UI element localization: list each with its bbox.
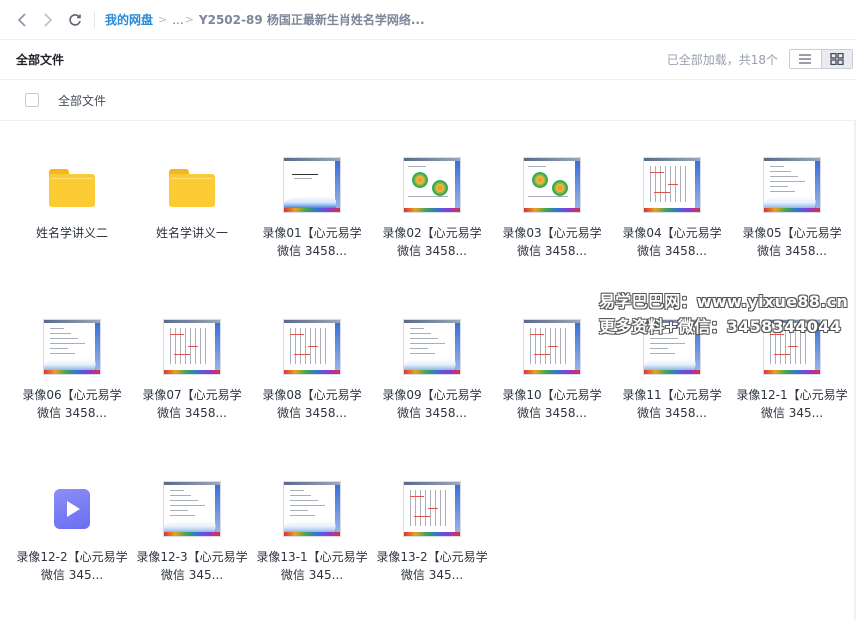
file-item[interactable]: 录像13-1【心元易学 微信 345...: [252, 464, 372, 620]
file-name: 录像01【心元易学 微信 3458...: [262, 226, 362, 258]
video-thumbnail: [762, 156, 822, 214]
file-item[interactable]: 录像01【心元易学 微信 3458...: [252, 140, 372, 302]
chevron-left-icon[interactable]: [12, 9, 34, 31]
video-thumbnail: [642, 156, 702, 214]
breadcrumb-root[interactable]: 我的网盘: [105, 11, 153, 28]
file-grid: 姓名学讲义二 姓名学讲义一 录像01【心元易学 微信 3458... 录像02【心元易…: [12, 140, 856, 620]
breadcrumb-separator-icon: >: [158, 13, 168, 26]
folder-item[interactable]: 姓名学讲义一: [132, 140, 252, 302]
file-name: 录像13-2【心元易学 微信 345...: [376, 550, 488, 582]
file-item[interactable]: 录像13-2【心元易学 微信 345...: [372, 464, 492, 620]
select-all-checkbox[interactable]: [25, 93, 39, 107]
select-all-label: 全部文件: [58, 93, 107, 108]
load-status: 已全部加载，共18个: [666, 53, 778, 67]
file-name: 姓名学讲义二: [35, 226, 108, 240]
top-navbar: 我的网盘 > ... > Y2502-89 杨国正最新生肖姓名学网络...: [0, 0, 856, 40]
file-item[interactable]: 录像05【心元易学 微信 3458...: [732, 140, 852, 302]
file-name: 录像12-2【心元易学 微信 345...: [16, 550, 128, 582]
watermark-line1: 易学巴巴网：www.yixue88.cn: [599, 292, 849, 311]
file-name: 录像06【心元易学 微信 3458...: [22, 388, 122, 420]
file-name: 录像08【心元易学 微信 3458...: [262, 388, 362, 420]
chevron-right-icon[interactable]: [36, 9, 58, 31]
folder-icon: [42, 156, 102, 214]
refresh-icon[interactable]: [64, 9, 86, 31]
video-thumbnail: [402, 156, 462, 214]
grid-view-icon[interactable]: [820, 50, 852, 68]
file-name: 录像10【心元易学 微信 3458...: [502, 388, 602, 420]
view-toggle: [789, 49, 853, 69]
file-name: 录像02【心元易学 微信 3458...: [382, 226, 482, 258]
file-name: 录像09【心元易学 微信 3458...: [382, 388, 482, 420]
video-thumbnail: [402, 480, 462, 538]
nav-divider: [94, 10, 95, 29]
video-file-icon: [42, 480, 102, 538]
breadcrumb-ellipsis[interactable]: ...: [172, 13, 183, 27]
file-item[interactable]: 录像02【心元易学 微信 3458...: [372, 140, 492, 302]
file-name: 录像04【心元易学 微信 3458...: [622, 226, 722, 258]
select-all-row: 全部文件: [0, 80, 856, 121]
file-item[interactable]: 录像06【心元易学 微信 3458...: [12, 302, 132, 464]
file-name: 录像12-1【心元易学 微信 345...: [736, 388, 848, 420]
file-name: 录像03【心元易学 微信 3458...: [502, 226, 602, 258]
file-name: 姓名学讲义一: [155, 226, 228, 240]
page-title: 全部文件: [16, 53, 65, 67]
file-item[interactable]: 录像10【心元易学 微信 3458...: [492, 302, 612, 464]
video-thumbnail: [282, 156, 342, 214]
watermark-line2: 更多资料+微信：3458344044: [599, 317, 842, 336]
file-name: 录像13-1【心元易学 微信 345...: [256, 550, 368, 582]
file-item[interactable]: 录像08【心元易学 微信 3458...: [252, 302, 372, 464]
video-thumbnail: [522, 156, 582, 214]
folder-item[interactable]: 姓名学讲义二: [12, 140, 132, 302]
video-thumbnail: [42, 318, 102, 376]
video-thumbnail: [162, 480, 222, 538]
file-item[interactable]: 录像12-2【心元易学 微信 345...: [12, 464, 132, 620]
video-thumbnail: [282, 480, 342, 538]
video-thumbnail: [162, 318, 222, 376]
file-item[interactable]: 录像03【心元易学 微信 3458...: [492, 140, 612, 302]
breadcrumb-separator-icon: >: [184, 13, 194, 26]
file-header: 全部文件 已全部加载，共18个: [0, 40, 856, 80]
video-thumbnail: [282, 318, 342, 376]
breadcrumb-current: Y2502-89 杨国正最新生肖姓名学网络...: [198, 13, 425, 27]
folder-icon: [162, 156, 222, 214]
file-name: 录像11【心元易学 微信 3458...: [622, 388, 722, 420]
file-item[interactable]: 录像09【心元易学 微信 3458...: [372, 302, 492, 464]
file-name: 录像12-3【心元易学 微信 345...: [136, 550, 248, 582]
video-thumbnail: [522, 318, 582, 376]
video-thumbnail: [402, 318, 462, 376]
list-view-icon[interactable]: [790, 50, 821, 68]
file-item[interactable]: 录像04【心元易学 微信 3458...: [612, 140, 732, 302]
file-name: 录像07【心元易学 微信 3458...: [142, 388, 242, 420]
file-item[interactable]: 录像07【心元易学 微信 3458...: [132, 302, 252, 464]
file-name: 录像05【心元易学 微信 3458...: [742, 226, 842, 258]
file-item[interactable]: 录像12-3【心元易学 微信 345...: [132, 464, 252, 620]
